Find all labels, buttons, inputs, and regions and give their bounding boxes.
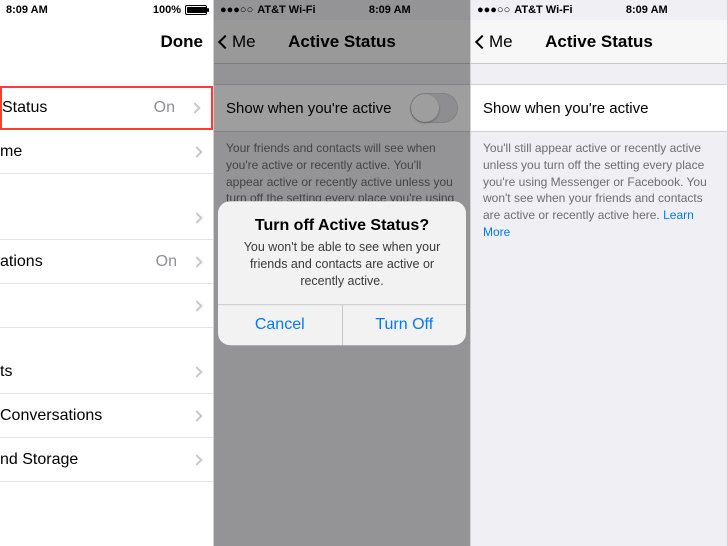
status-carrier: AT&T Wi-Fi xyxy=(514,4,572,16)
status-time: 8:09 AM xyxy=(626,4,668,16)
settings-group-2: ations On xyxy=(0,196,213,328)
status-battery-pct: 100% xyxy=(153,4,181,16)
chevron-right-icon xyxy=(191,300,202,311)
chevron-right-icon xyxy=(191,454,202,465)
chevron-right-icon xyxy=(191,146,202,157)
row-active-status[interactable]: Status On xyxy=(0,86,213,130)
chevron-right-icon xyxy=(189,102,200,113)
show-active-row[interactable]: Show when you're active xyxy=(471,84,727,132)
row-item[interactable] xyxy=(0,284,213,328)
row-label: Status xyxy=(2,99,47,117)
dialog-buttons: Cancel Turn Off xyxy=(218,304,466,345)
row-value: On xyxy=(156,253,177,271)
nav-bar: Me Active Status xyxy=(471,20,727,64)
back-label: Me xyxy=(489,32,513,52)
chevron-right-icon xyxy=(191,366,202,377)
row-item[interactable] xyxy=(0,196,213,240)
settings-panel: 8:09 AM 100% Done Status On me ations On xyxy=(0,0,214,546)
row-label: Conversations xyxy=(0,407,102,425)
row-label: ts xyxy=(0,363,12,381)
cancel-button[interactable]: Cancel xyxy=(218,305,343,345)
chevron-right-icon xyxy=(191,410,202,421)
status-time: 8:09 AM xyxy=(6,4,48,16)
row-label: Show when you're active xyxy=(483,100,648,117)
signal-dots-icon: ●●●○○ xyxy=(477,4,510,16)
dialog-title: Turn off Active Status? xyxy=(218,201,466,239)
dialog-message: You won't be able to see when your frien… xyxy=(218,239,466,304)
row-value: On xyxy=(154,99,175,117)
settings-group-3: ts Conversations nd Storage xyxy=(0,350,213,482)
row-secret-conversations[interactable]: Conversations xyxy=(0,394,213,438)
chevron-right-icon xyxy=(191,212,202,223)
nav-bar: Done xyxy=(0,20,213,64)
chevron-right-icon xyxy=(191,256,202,267)
back-button[interactable]: Me xyxy=(477,32,513,52)
row-label: me xyxy=(0,143,22,161)
status-bar: ●●●○○ AT&T Wi-Fi 8:09 AM xyxy=(471,0,727,20)
turn-off-button[interactable]: Turn Off xyxy=(343,305,467,345)
row-label: ations xyxy=(0,253,43,271)
row-notifications[interactable]: ations On xyxy=(0,240,213,284)
active-status-panel-dialog: ●●●○○ AT&T Wi-Fi 8:09 AM Me Active Statu… xyxy=(214,0,471,546)
done-button[interactable]: Done xyxy=(161,32,204,52)
row-payments[interactable]: ts xyxy=(0,350,213,394)
active-status-panel-off: ●●●○○ AT&T Wi-Fi 8:09 AM Me Active Statu… xyxy=(471,0,728,546)
description-text: You'll still appear active or recently a… xyxy=(471,132,727,241)
row-data-storage[interactable]: nd Storage xyxy=(0,438,213,482)
status-bar: 8:09 AM 100% xyxy=(0,0,213,20)
battery-icon xyxy=(185,5,207,15)
row-label: nd Storage xyxy=(0,451,78,469)
chevron-left-icon xyxy=(475,34,489,48)
nav-title: Active Status xyxy=(545,32,653,52)
row-username[interactable]: me xyxy=(0,130,213,174)
confirm-dialog: Turn off Active Status? You won't be abl… xyxy=(218,201,466,345)
settings-group-1: Status On me xyxy=(0,86,213,174)
